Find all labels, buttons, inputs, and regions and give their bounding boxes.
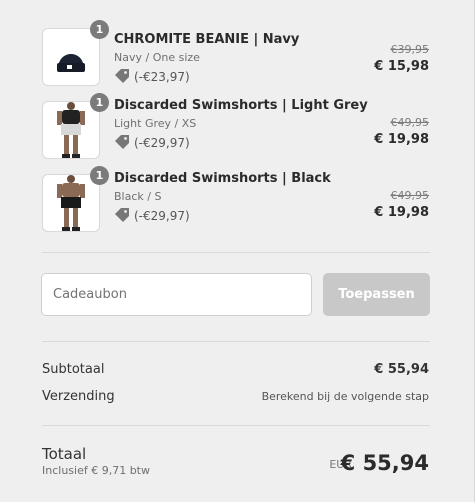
original-price: €49,95 bbox=[390, 116, 430, 129]
total-label: Totaal bbox=[42, 445, 87, 463]
line-item: 1 Discarded Swimshorts | Black Black / S… bbox=[0, 166, 474, 238]
product-variant: Black / S bbox=[114, 190, 162, 203]
product-name: Discarded Swimshorts | Light Grey bbox=[114, 98, 368, 113]
item-price: € 19,98 bbox=[374, 132, 429, 147]
discount-amount: (-€29,97) bbox=[114, 135, 190, 150]
model-image bbox=[57, 175, 85, 231]
subtotal-value: € 55,94 bbox=[374, 362, 429, 377]
item-price: € 19,98 bbox=[374, 205, 429, 220]
beanie-image bbox=[57, 54, 85, 72]
item-price: € 15,98 bbox=[374, 59, 429, 74]
product-name: CHROMITE BEANIE | Navy bbox=[114, 32, 300, 47]
product-thumbnail-beanie bbox=[42, 28, 100, 86]
discount-amount: (-€23,97) bbox=[114, 69, 190, 84]
tag-icon bbox=[114, 69, 130, 83]
tax-note: Inclusief € 9,71 btw bbox=[42, 464, 150, 477]
original-price: €39,95 bbox=[390, 43, 430, 56]
product-name: Discarded Swimshorts | Black bbox=[114, 171, 331, 186]
tag-icon bbox=[114, 135, 130, 149]
product-variant: Light Grey / XS bbox=[114, 117, 197, 130]
line-item: 1 Discarded Swimshorts | Light Grey Ligh… bbox=[0, 93, 474, 165]
shipping-value: Berekend bij de volgende stap bbox=[261, 390, 429, 403]
total-value: € 55,94 bbox=[340, 451, 429, 475]
apply-giftcard-button[interactable]: Toepassen bbox=[323, 273, 430, 316]
divider bbox=[42, 252, 430, 253]
original-price: €49,95 bbox=[390, 189, 430, 202]
discount-amount: (-€29,97) bbox=[114, 208, 190, 223]
subtotal-label: Subtotaal bbox=[42, 362, 105, 377]
quantity-badge: 1 bbox=[90, 93, 109, 112]
product-variant: Navy / One size bbox=[114, 51, 200, 64]
tag-icon bbox=[114, 208, 130, 222]
shipping-label: Verzending bbox=[42, 389, 115, 404]
line-item: 1 CHROMITE BEANIE | Navy Navy / One size… bbox=[0, 20, 474, 92]
model-image bbox=[57, 102, 85, 158]
order-summary-panel: 1 CHROMITE BEANIE | Navy Navy / One size… bbox=[0, 0, 475, 502]
giftcard-input[interactable]: Cadeaubon bbox=[41, 273, 312, 316]
product-thumbnail-swimshorts-black bbox=[42, 174, 100, 232]
quantity-badge: 1 bbox=[90, 166, 109, 185]
product-thumbnail-swimshorts-grey bbox=[42, 101, 100, 159]
divider bbox=[42, 425, 430, 426]
quantity-badge: 1 bbox=[90, 20, 109, 39]
divider bbox=[42, 341, 430, 342]
